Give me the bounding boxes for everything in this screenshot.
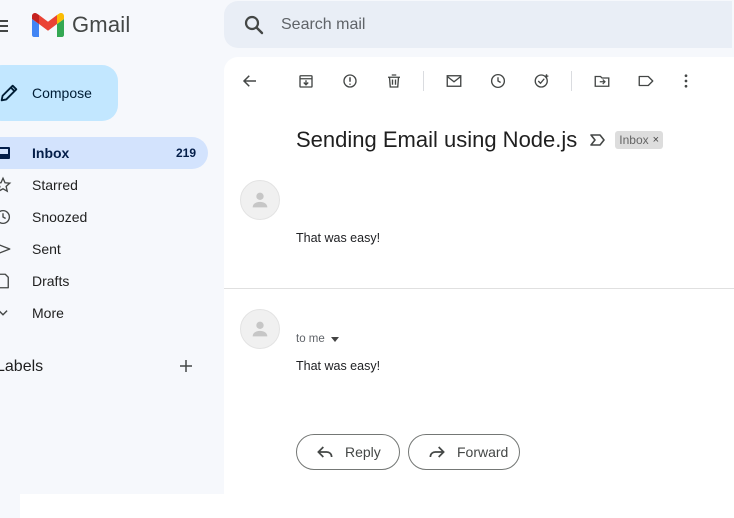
email-subject-row: Sending Email using Node.js Inbox × [296, 127, 664, 153]
email-toolbar [224, 57, 734, 105]
sender-avatar[interactable] [240, 309, 280, 349]
inbox-icon [0, 144, 12, 162]
reply-button[interactable]: Reply [296, 434, 400, 470]
arrow-left-icon [242, 75, 256, 87]
page-footer-area [20, 494, 734, 518]
toolbar-divider [571, 71, 572, 91]
clock-icon [490, 73, 506, 89]
sidebar-nav: Inbox 219 Starred Snoozed Sent Drafts Mo… [0, 137, 208, 329]
sidebar-item-snoozed[interactable]: Snoozed [0, 201, 208, 233]
unread-count: 219 [175, 146, 196, 160]
add-task-icon [534, 74, 549, 88]
star-icon [0, 176, 12, 194]
gmail-logo[interactable]: Gmail [32, 12, 130, 38]
send-icon [0, 240, 12, 258]
report-spam-button[interactable] [340, 71, 360, 91]
compose-label: Compose [32, 85, 92, 101]
chevron-down-icon [0, 304, 12, 322]
message-snippet: That was easy! [296, 231, 381, 245]
more-vert-icon [684, 74, 688, 88]
toolbar-divider [423, 71, 424, 91]
pencil-icon [0, 84, 18, 102]
mail-icon [446, 75, 462, 87]
sidebar-item-inbox[interactable]: Inbox 219 [0, 137, 208, 169]
search-bar[interactable]: Search mail [224, 1, 732, 48]
sidebar-item-label: Starred [32, 177, 78, 193]
mark-unread-button[interactable] [444, 71, 464, 91]
gmail-window: Gmail Search mail Compose Inbox 219 Star… [0, 0, 734, 518]
archive-icon [299, 75, 313, 88]
remove-label-icon[interactable]: × [653, 134, 659, 146]
sidebar-item-starred[interactable]: Starred [0, 169, 208, 201]
add-label-icon[interactable] [177, 357, 195, 375]
compose-button[interactable]: Compose [0, 65, 118, 121]
add-task-button[interactable] [532, 71, 552, 91]
sidebar-item-label: Inbox [32, 145, 70, 161]
email-subject: Sending Email using Node.js [296, 127, 578, 152]
person-icon [252, 321, 268, 337]
forward-label: Forward [457, 444, 509, 460]
back-button[interactable] [240, 71, 260, 91]
label-chip-text: Inbox [619, 133, 649, 147]
archive-button[interactable] [296, 71, 316, 91]
inbox-label-chip: Inbox × [615, 131, 664, 149]
forward-button[interactable]: Forward [408, 434, 520, 470]
gmail-m-icon [32, 13, 64, 37]
draft-icon [0, 272, 12, 290]
labels-title: Labels [0, 358, 44, 375]
search-input[interactable]: Search mail [281, 16, 365, 34]
email-view: Sending Email using Node.js Inbox × That… [224, 57, 734, 494]
folder-move-icon [594, 75, 610, 87]
sidebar-item-drafts[interactable]: Drafts [0, 265, 208, 297]
recipient-details-toggle[interactable]: to me [296, 333, 339, 345]
reply-label: Reply [345, 444, 381, 460]
sidebar-item-label: More [32, 305, 64, 321]
caret-down-icon [330, 336, 339, 342]
label-icon [638, 75, 654, 87]
sidebar-item-label: Drafts [32, 273, 70, 289]
snooze-button[interactable] [488, 71, 508, 91]
person-icon [252, 192, 268, 208]
sidebar-item-more[interactable]: More [0, 297, 208, 329]
message-body: That was easy! [296, 359, 381, 373]
sidebar-item-sent[interactable]: Sent [0, 233, 208, 265]
sidebar-item-label: Sent [32, 241, 61, 257]
forward-icon [429, 446, 445, 458]
sidebar-item-label: Snoozed [32, 209, 88, 225]
clock-icon [0, 208, 12, 226]
recipient-label: to me [296, 333, 325, 345]
importance-marker-icon[interactable] [589, 133, 607, 147]
delete-button[interactable] [384, 71, 404, 91]
reply-icon [317, 446, 333, 458]
more-options-button[interactable] [676, 71, 696, 91]
labels-button[interactable] [636, 71, 656, 91]
move-to-button[interactable] [592, 71, 612, 91]
trash-icon [388, 74, 400, 88]
alert-icon [343, 74, 357, 88]
app-name: Gmail [72, 12, 131, 37]
labels-section: Labels [0, 356, 206, 378]
message-divider [224, 288, 734, 289]
main-menu-button[interactable] [0, 17, 14, 33]
search-icon[interactable] [242, 13, 266, 37]
sender-avatar[interactable] [240, 180, 280, 220]
